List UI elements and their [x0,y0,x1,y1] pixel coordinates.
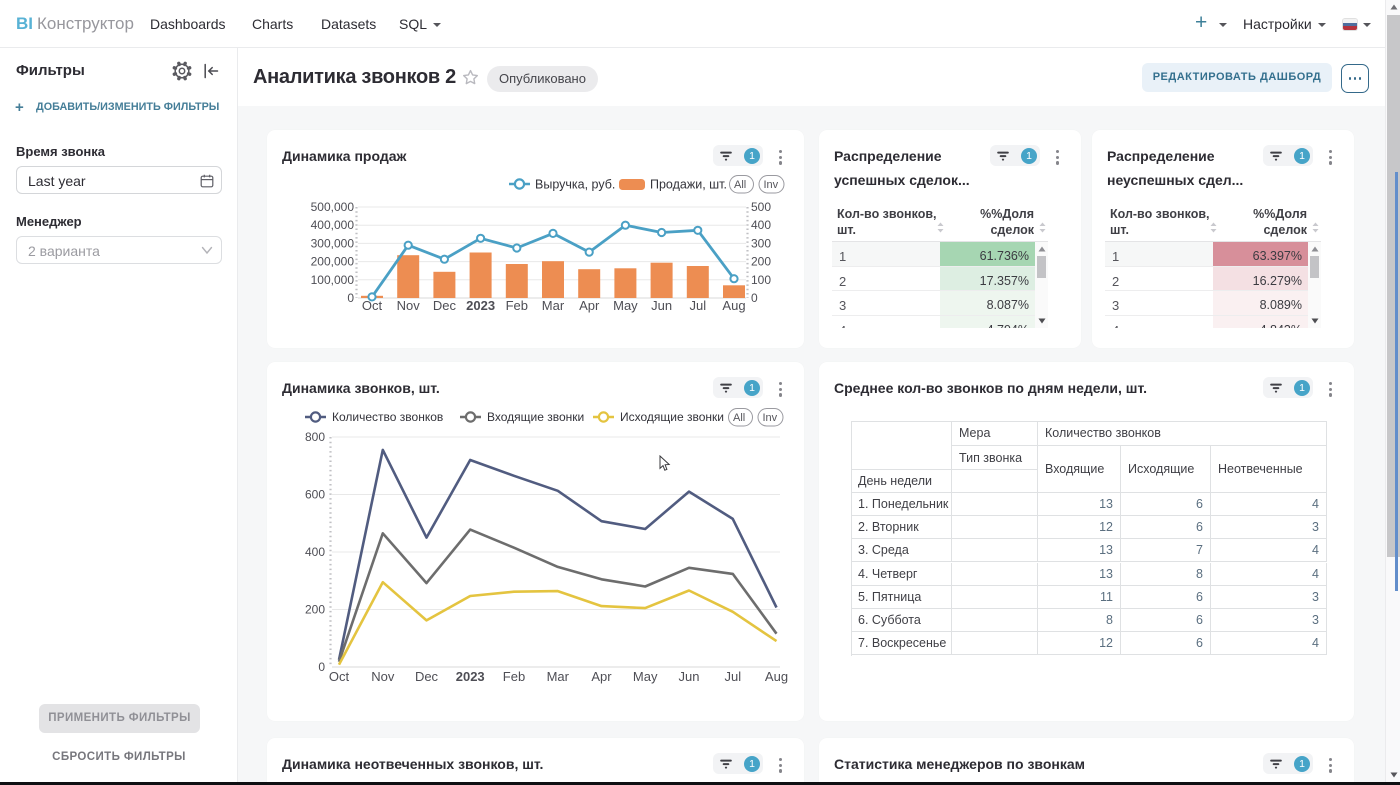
svg-text:Mar: Mar [547,669,570,684]
svg-text:Apr: Apr [591,669,612,684]
svg-text:400: 400 [305,545,325,559]
svg-text:Dec: Dec [433,298,457,313]
svg-text:Jul: Jul [724,669,741,684]
svg-text:Jun: Jun [651,298,672,313]
svg-text:100,000: 100,000 [311,273,355,287]
svg-text:200: 200 [751,255,771,269]
svg-text:Oct: Oct [329,669,350,684]
svg-text:Oct: Oct [362,298,383,313]
svg-text:Входящие звонки: Входящие звонки [487,410,584,424]
svg-text:400,000: 400,000 [311,218,355,232]
svg-text:Dec: Dec [415,669,439,684]
svg-text:Feb: Feb [503,669,525,684]
svg-text:Выручка, руб.: Выручка, руб. [535,178,615,192]
svg-text:200: 200 [305,603,325,617]
svg-text:Продажи, шт.: Продажи, шт. [650,178,727,192]
svg-text:Исходящие звонки: Исходящие звонки [620,410,724,424]
svg-text:Feb: Feb [506,298,528,313]
svg-text:400: 400 [751,218,771,232]
svg-text:2023: 2023 [456,669,485,684]
svg-text:Apr: Apr [579,298,600,313]
svg-text:200,000: 200,000 [311,255,355,269]
svg-text:All: All [734,179,746,191]
svg-text:Nov: Nov [397,298,421,313]
svg-text:600: 600 [305,488,325,502]
svg-text:100: 100 [751,273,771,287]
svg-text:Mar: Mar [542,298,565,313]
svg-text:Aug: Aug [722,298,745,313]
svg-text:Inv: Inv [763,412,778,424]
svg-text:300: 300 [751,236,771,250]
svg-text:500,000: 500,000 [311,200,355,214]
svg-text:May: May [633,669,658,684]
svg-text:0: 0 [751,291,758,305]
svg-text:Nov: Nov [371,669,395,684]
svg-text:All: All [733,412,745,424]
svg-text:500: 500 [751,200,771,214]
svg-text:Inv: Inv [764,179,779,191]
svg-text:2023: 2023 [466,298,495,313]
svg-text:Jul: Jul [689,298,706,313]
svg-text:Jun: Jun [679,669,700,684]
svg-text:May: May [613,298,638,313]
svg-text:300,000: 300,000 [311,236,355,250]
svg-text:Количество звонков: Количество звонков [332,410,443,424]
svg-text:0: 0 [318,660,325,674]
svg-text:Aug: Aug [765,669,788,684]
svg-text:0: 0 [347,291,354,305]
svg-text:800: 800 [305,432,325,444]
